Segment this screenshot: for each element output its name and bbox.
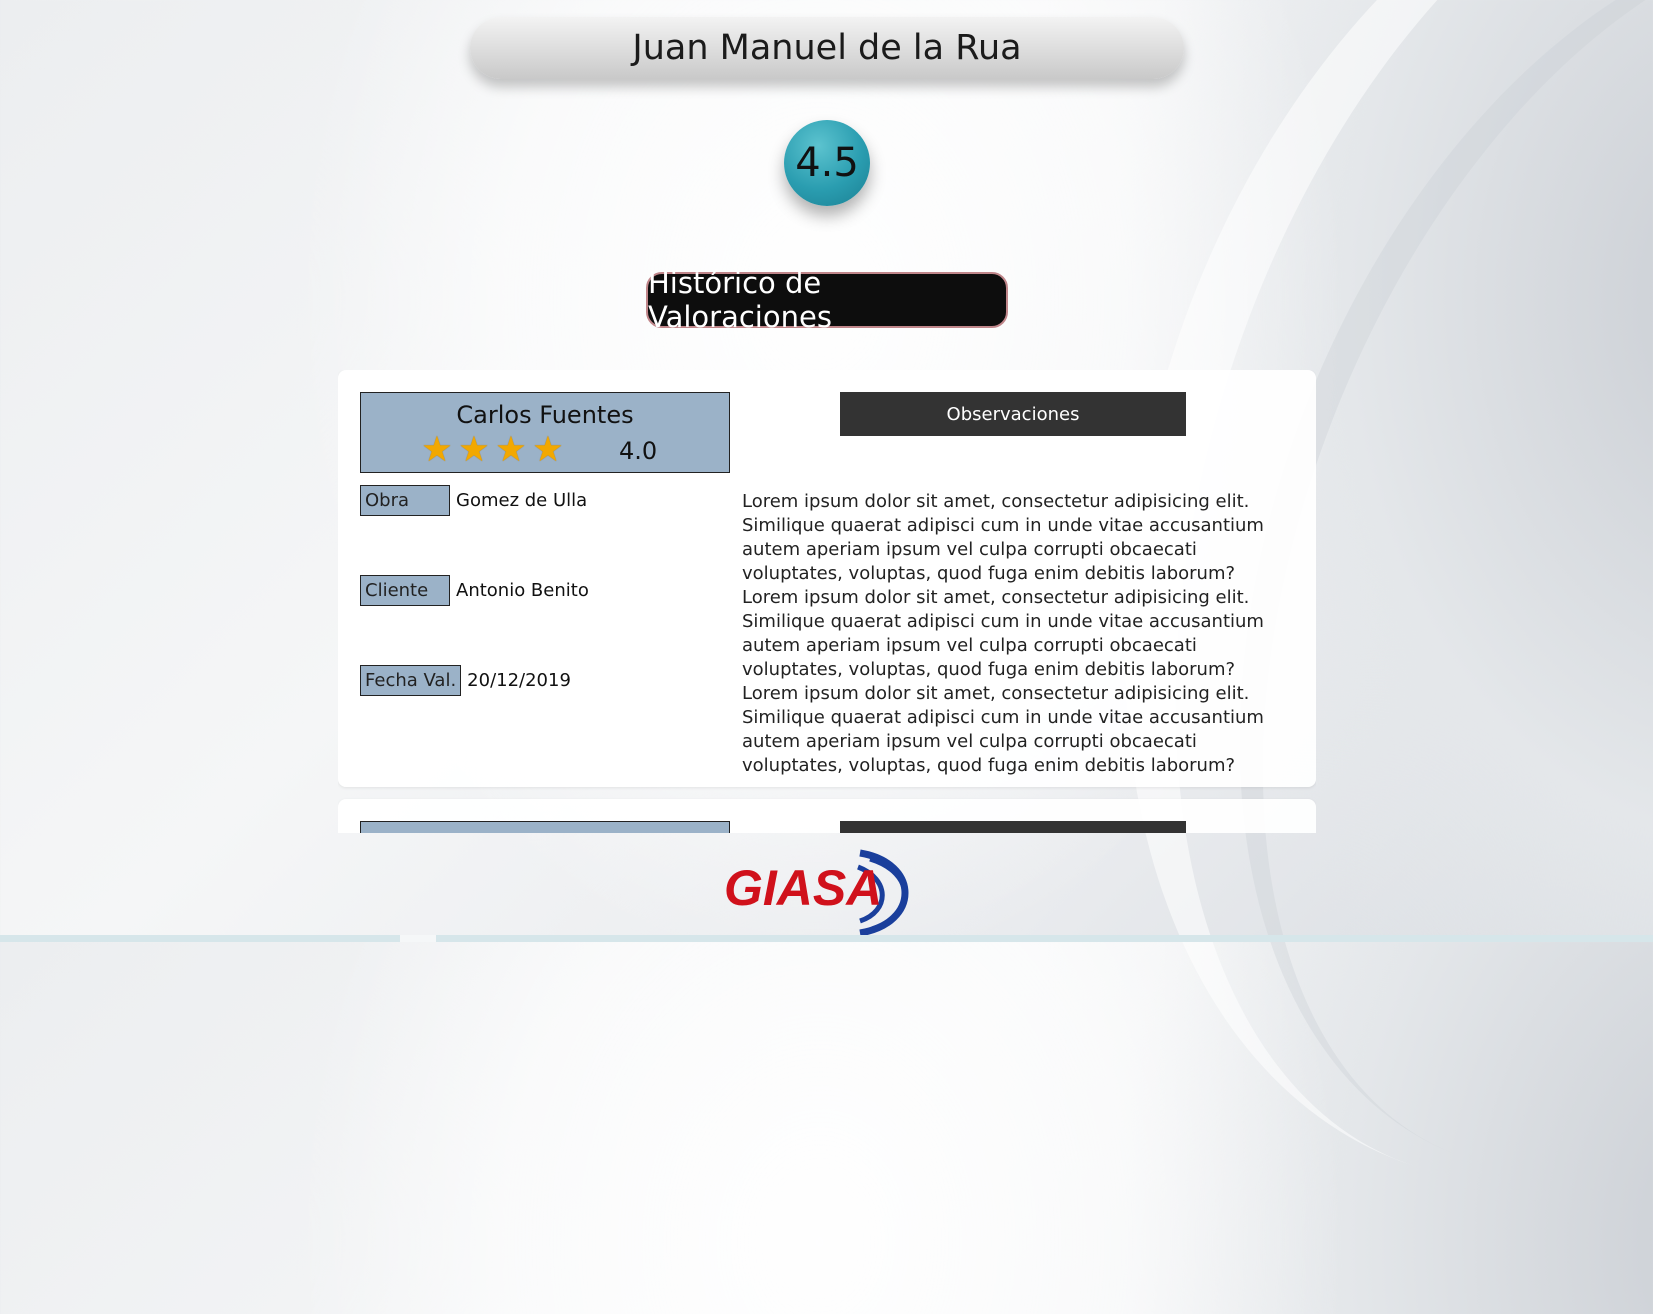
field-value-cliente: Antonio Benito [456,580,589,601]
review-score: 4.0 [619,437,658,465]
overall-rating-value: 4.5 [795,140,859,186]
scrollbar-thumb[interactable] [400,935,436,942]
overall-rating-badge: 4.5 [784,120,870,206]
field-label-obra: Obra [360,485,450,516]
review-card: Carlos Fuentes ★ ★ ★ ★ 4.0 Obra Gomez de… [338,370,1316,787]
field-label-fecha: Fecha Val. [360,665,462,696]
star-rating: ★ ★ ★ ★ [419,433,566,468]
reviewer-name: Carlos Fuentes [456,401,634,429]
worker-name-header: Juan Manuel de la Rua [470,17,1184,79]
field-row-fecha: Fecha Val. 20/12/2019 [360,665,571,696]
field-value-obra: Gomez de Ulla [456,490,588,511]
giasa-logo: GIASA [724,849,909,935]
history-title: Histórico de Valoraciones [646,266,1008,334]
history-title-text: Histórico de Valoraciones [648,266,832,334]
observations-text: Lorem ipsum dolor sit amet, consectetur … [742,491,1264,776]
field-row-cliente: Cliente Antonio Benito [360,575,589,606]
star-icon: ★ [532,430,564,470]
observations-header [840,821,1186,833]
field-label-cliente: Cliente [360,575,450,606]
reviewer-summary: Carlos Fuentes ★ ★ ★ ★ 4.0 [360,392,730,473]
observations-header: Observaciones [840,392,1186,436]
star-icon: ★ [495,430,527,470]
logo-text: GIASA [724,860,882,916]
field-value-fecha: 20/12/2019 [467,670,571,691]
horizontal-scrollbar[interactable] [0,935,1653,942]
reviews-list[interactable]: Carlos Fuentes ★ ★ ★ ★ 4.0 Obra Gomez de… [338,370,1316,833]
review-card-next [338,799,1316,833]
reviewer-summary [360,821,730,833]
star-icon: ★ [458,430,490,470]
star-icon: ★ [421,430,453,470]
worker-name: Juan Manuel de la Rua [632,28,1022,68]
field-row-obra: Obra Gomez de Ulla [360,485,587,516]
